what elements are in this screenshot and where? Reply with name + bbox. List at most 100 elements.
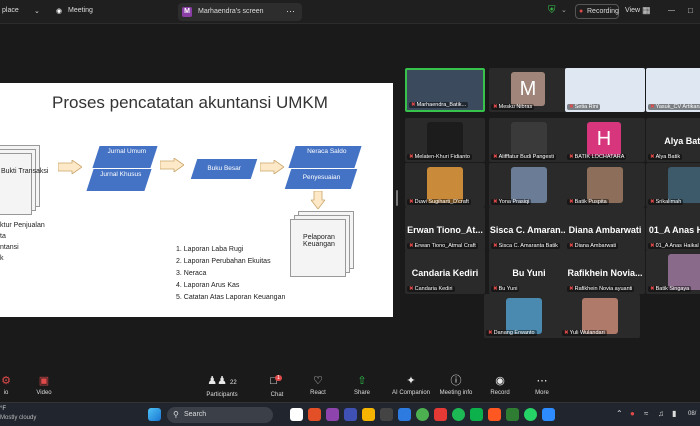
screen-share-tab[interactable]: M Marhaendra's screen ⋯: [178, 3, 302, 21]
participant-name: ✖Bu Yuni: [491, 286, 520, 292]
app-icon[interactable]: [434, 408, 447, 421]
app-icon[interactable]: [308, 408, 321, 421]
participant-tile[interactable]: ✖Batik Singaya: [646, 250, 700, 294]
participant-tile[interactable]: H ✖BATIK LOCHATARA: [565, 118, 645, 162]
clock[interactable]: 08/: [688, 411, 696, 417]
participant-tile[interactable]: Diana Ambarwati ✖Diana Ambarwati: [565, 207, 645, 251]
mic-muted-icon: ✖: [569, 154, 574, 160]
participant-name-label: Diana Ambarwati: [574, 243, 617, 249]
chevron-down-icon[interactable]: ⌄: [34, 7, 40, 15]
chevron-down-icon[interactable]: ⌄: [561, 6, 567, 14]
wifi-icon[interactable]: ≈: [644, 409, 648, 418]
splitter-handle[interactable]: [396, 190, 398, 206]
shield-icon[interactable]: ⛨: [548, 5, 556, 16]
participant-tile[interactable]: ✖Melaten-Khuri Fidianto: [405, 118, 485, 162]
participant-name: ✖Yasuk_CV Artikana: [648, 104, 700, 110]
participant-name: ✖01_A Anas Haikal: [648, 243, 700, 249]
participant-tile[interactable]: ✖Danang Erwanto: [484, 294, 564, 338]
mic-muted-icon: ✖: [650, 199, 655, 205]
participant-big-name: Sisca C. Amaran...: [489, 225, 569, 235]
participant-tile[interactable]: ✖Yasuk_CV Artikana: [646, 68, 700, 112]
participants-label: Participants: [206, 392, 238, 398]
share-arrow-icon: ⇧: [357, 375, 367, 387]
participant-tile[interactable]: Alya Batik✖Alya Batik: [646, 118, 700, 162]
tray-app-icon[interactable]: ●: [630, 409, 635, 418]
meeting-topbar: place ⌄ ◉ Meeting M Marhaendra's screen …: [0, 0, 700, 24]
zoom-icon[interactable]: [542, 408, 555, 421]
mic-muted-icon: ✖: [569, 286, 574, 292]
participant-name: ✖Duwi Sugiharti_D'craft: [407, 199, 471, 205]
participant-tile[interactable]: ✖Yuli Wulandari: [560, 294, 640, 338]
participant-tile[interactable]: Sisca C. Amaran... ✖Sisca C. Amaranta Bat…: [489, 207, 569, 251]
participant-tile[interactable]: ✖Marhaendra_Batik...: [405, 68, 485, 112]
participant-tile[interactable]: Candaria Kediri ✖Candaria Kediri: [405, 250, 485, 294]
participant-tile[interactable]: ✖Srikalimah: [646, 163, 700, 207]
left-list-item: ktur Penjualan: [0, 222, 45, 229]
app-icon[interactable]: [488, 408, 501, 421]
participant-tile[interactable]: ✖Duwi Sugiharti_D'craft: [405, 163, 485, 207]
folder-icon[interactable]: [362, 408, 375, 421]
participant-tile[interactable]: ✖Yona Prasiqi: [489, 163, 569, 207]
participant-name-label: Candaria Kediri: [414, 286, 453, 292]
chat-button[interactable]: □1 Chat: [255, 375, 299, 398]
ai-companion-button[interactable]: ✦ AI Companion: [388, 375, 434, 396]
view-button[interactable]: View: [625, 7, 640, 14]
chat-label: Chat: [270, 392, 284, 398]
meeting-toolbar: ⚙ io ▣ Video ♟♟ 22 Participants □1 Chat …: [0, 372, 700, 402]
more-button[interactable]: ⋯ More: [520, 375, 564, 396]
windows-start-icon[interactable]: [148, 408, 161, 421]
participant-name-label: Srikalimah: [655, 199, 682, 205]
video-button[interactable]: ▣ Video: [22, 375, 66, 396]
share-button[interactable]: ⇧ Share: [340, 375, 384, 396]
participant-video: [506, 298, 542, 334]
participant-tile[interactable]: ✖Setia Rini: [565, 68, 645, 112]
task-view-icon[interactable]: [290, 408, 303, 421]
app-icon[interactable]: [506, 408, 519, 421]
participant-tile[interactable]: Bu Yuni ✖Bu Yuni: [489, 250, 569, 294]
participant-tile[interactable]: Erwan Tiono_At... ✖Erwan Tiono_Atmal Craf…: [405, 207, 485, 251]
participant-name-label: Melaten-Khuri Fidianto: [414, 154, 470, 160]
pelaporan-label: Pelaporan Keuangan: [303, 234, 335, 248]
participant-tile[interactable]: ✖Batik Puspita: [565, 163, 645, 207]
participant-tile[interactable]: ✖Alifffatur Budi Pangesti: [489, 118, 569, 162]
app-icon[interactable]: [470, 408, 483, 421]
weather-temp: °F: [0, 406, 7, 412]
participant-name: ✖Rafikhein Novia ayuanti: [567, 286, 635, 292]
whatsapp-icon[interactable]: [524, 408, 537, 421]
recording-indicator[interactable]: ● Recording: [575, 4, 619, 19]
tray-chevron-icon[interactable]: ⌃: [616, 409, 623, 418]
participant-name: ✖Sisca C. Amaranta Batik: [491, 243, 560, 249]
app-icon[interactable]: [398, 408, 411, 421]
meeting-info-button[interactable]: ⓘ Meeting info: [434, 375, 478, 396]
app-icon[interactable]: [380, 408, 393, 421]
more-icon: ⋯: [536, 375, 548, 387]
record-button[interactable]: ◉ Record: [478, 375, 522, 396]
view-grid-icon[interactable]: ▦: [642, 5, 651, 16]
chat-icon: □1: [270, 375, 282, 387]
app-icon[interactable]: [344, 408, 357, 421]
app-icon[interactable]: [326, 408, 339, 421]
minimize-icon[interactable]: —: [668, 7, 675, 14]
participants-button[interactable]: ♟♟ 22 Participants: [200, 375, 244, 398]
volume-icon[interactable]: ♫: [658, 409, 664, 418]
participant-tile[interactable]: Rafikhein Novia... ✖Rafikhein Novia ayuan…: [565, 250, 645, 294]
react-button[interactable]: ♡ React: [296, 375, 340, 396]
maximize-icon[interactable]: □: [688, 6, 693, 15]
more-options-icon[interactable]: ⋯: [286, 6, 295, 17]
mic-muted-icon: ✖: [411, 102, 416, 108]
participant-name: ✖Batik Puspita: [567, 199, 609, 205]
left-list-item: ntansi: [0, 244, 19, 251]
neraca-saldo-box: Neraca Saldo: [288, 146, 362, 168]
meeting-tab[interactable]: Meeting: [68, 7, 93, 14]
pelaporan-doc: Pelaporan Keuangan: [290, 219, 346, 277]
participant-name-label: Marhaendra_Batik...: [416, 102, 467, 108]
taskbar-search[interactable]: ⚲ Search: [167, 407, 273, 423]
battery-icon[interactable]: ▮: [672, 409, 676, 418]
jurnal-khusus-label: Jurnal Khusus: [100, 171, 142, 178]
participant-name-label: Duwi Sugiharti_D'craft: [414, 199, 469, 205]
arrow-right-icon: [260, 160, 284, 174]
participant-tile[interactable]: 01_A Anas Haik... ✖01_A Anas Haikal: [646, 207, 700, 251]
chrome-icon[interactable]: [416, 408, 429, 421]
spotify-icon[interactable]: [452, 408, 465, 421]
participant-tile[interactable]: M ✖Mesku Nibras: [489, 68, 569, 112]
